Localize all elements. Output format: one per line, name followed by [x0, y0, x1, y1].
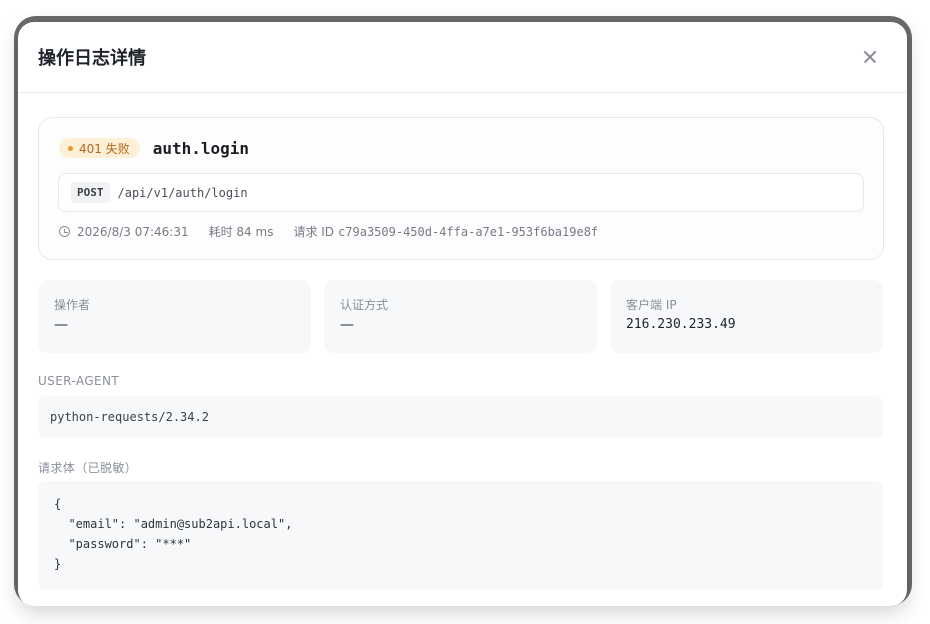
summary-card: 401 失败 auth.login POST /api/v1/auth/logi…: [38, 117, 884, 260]
user-agent-box: python-requests/2.34.2: [38, 396, 883, 438]
info-card-label: 认证方式: [340, 298, 389, 312]
status-badge: 401 失败: [59, 138, 140, 158]
code-line: "password": "***": [54, 537, 192, 551]
modal-header: 操作日志详情: [18, 22, 907, 93]
code-line: "email": "admin@sub2api.local",: [54, 517, 293, 531]
operation-log-detail-modal: 操作日志详情 401 失败 auth.login POST /api/v1/au…: [18, 22, 907, 606]
duration: 耗时 84 ms: [208, 225, 274, 239]
info-card-value: —: [340, 317, 354, 333]
request-body-code: { "email": "admin@sub2api.local", "passw…: [54, 494, 292, 574]
code-line: {: [54, 497, 62, 511]
info-card-value: 216.230.233.49: [626, 317, 736, 332]
status-dot-icon: [68, 145, 73, 151]
endpoint-box: POST /api/v1/auth/login: [58, 173, 864, 212]
close-icon[interactable]: [861, 47, 881, 67]
action-name: auth.login: [152, 138, 250, 158]
info-card-value: —: [54, 317, 68, 333]
user-agent-label: USER-AGENT: [38, 374, 120, 388]
info-card-auth-method: 认证方式 —: [324, 280, 597, 353]
request-body-box: { "email": "admin@sub2api.local", "passw…: [38, 481, 883, 590]
user-agent-value: python-requests/2.34.2: [50, 410, 209, 424]
status-row: 401 失败 auth.login: [59, 138, 249, 158]
request-id: c79a3509-450d-4ffa-a7e1-953f6ba19e8f: [338, 224, 599, 239]
request-body-label: 请求体（已脱敏）: [38, 461, 138, 475]
request-id-label: 请求 ID: [293, 225, 335, 239]
clock-icon: [59, 226, 70, 237]
code-line: }: [54, 557, 62, 571]
timestamp: 2026/8/3 07:46:31: [77, 224, 189, 239]
info-card-client-ip: 客户端 IP 216.230.233.49: [610, 280, 883, 353]
status-badge-text: 401 失败: [79, 141, 130, 156]
info-card-label: 操作者: [54, 298, 91, 312]
meta-row: 2026/8/3 07:46:31 耗时 84 ms 请求 ID c79a350…: [59, 223, 598, 240]
modal-title: 操作日志详情: [38, 48, 146, 69]
info-card-label: 客户端 IP: [626, 298, 677, 312]
endpoint-path: /api/v1/auth/login: [117, 185, 248, 200]
http-method-tag: POST: [71, 182, 110, 203]
info-card-operator: 操作者 —: [38, 280, 311, 353]
